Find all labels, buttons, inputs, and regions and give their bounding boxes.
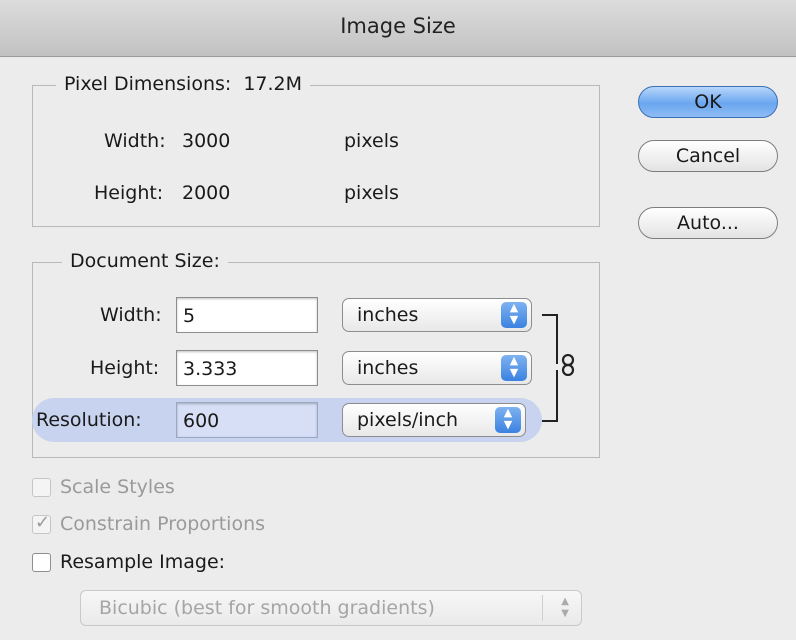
- pixel-width-label: Width:: [104, 130, 166, 152]
- doc-width-unit-select[interactable]: inches ▲ ▼: [342, 298, 532, 332]
- resolution-unit-select[interactable]: pixels/inch ▲ ▼: [342, 403, 526, 437]
- pixel-height-value: 2000: [182, 182, 231, 204]
- resolution-input[interactable]: 600: [176, 402, 318, 438]
- updown-arrows-icon: ▲ ▼: [501, 355, 527, 381]
- pixel-dimensions-label: Pixel Dimensions:: [64, 73, 232, 95]
- doc-width-input[interactable]: 5: [176, 297, 318, 333]
- pixel-dimensions-size: 17.2M: [243, 73, 303, 95]
- constrain-bracket-lower: [542, 370, 558, 422]
- resample-image-checkbox[interactable]: [32, 553, 51, 572]
- constrain-proportions-label: Constrain Proportions: [60, 513, 266, 535]
- doc-height-unit-select[interactable]: inches ▲ ▼: [342, 351, 532, 385]
- pixel-width-unit: pixels: [344, 130, 399, 152]
- resolution-unit-value: pixels/inch: [357, 409, 459, 431]
- scale-styles-checkbox[interactable]: [32, 478, 51, 497]
- pixel-dimensions-group: [32, 85, 600, 227]
- updown-arrows-icon: ▲ ▼: [501, 302, 527, 328]
- constrain-proportions-checkbox[interactable]: ✓: [32, 512, 51, 534]
- chain-link-icon: [560, 353, 576, 377]
- document-size-label: Document Size:: [62, 250, 228, 272]
- cancel-button[interactable]: Cancel: [638, 140, 778, 172]
- pixel-height-label: Height:: [94, 182, 164, 204]
- updown-arrows-icon: ▲ ▼: [495, 407, 521, 433]
- doc-height-unit-value: inches: [357, 357, 419, 379]
- doc-height-input[interactable]: 3.333: [176, 350, 318, 386]
- title-bar: Image Size: [0, 0, 796, 57]
- checkmark-icon: ✓: [35, 512, 51, 533]
- doc-width-label: Width:: [100, 304, 162, 326]
- pixel-dimensions-legend: Pixel Dimensions: 17.2M: [56, 73, 311, 95]
- auto-button[interactable]: Auto...: [638, 207, 778, 239]
- scale-styles-label: Scale Styles: [60, 476, 175, 498]
- updown-arrows-icon: ▲ ▼: [561, 596, 569, 619]
- pixel-width-value: 3000: [182, 130, 231, 152]
- select-divider: [542, 595, 543, 621]
- doc-width-unit-value: inches: [357, 304, 419, 326]
- pixel-height-unit: pixels: [344, 182, 399, 204]
- constrain-bracket-upper: [542, 314, 558, 364]
- ok-button[interactable]: OK: [638, 86, 778, 118]
- doc-height-label: Height:: [90, 357, 160, 379]
- window-title: Image Size: [340, 14, 456, 38]
- resample-method-select[interactable]: Bicubic (best for smooth gradients) ▲ ▼: [80, 590, 582, 626]
- resample-image-label: Resample Image:: [60, 551, 226, 573]
- resolution-label: Resolution:: [36, 409, 142, 431]
- resample-method-value: Bicubic (best for smooth gradients): [99, 597, 435, 619]
